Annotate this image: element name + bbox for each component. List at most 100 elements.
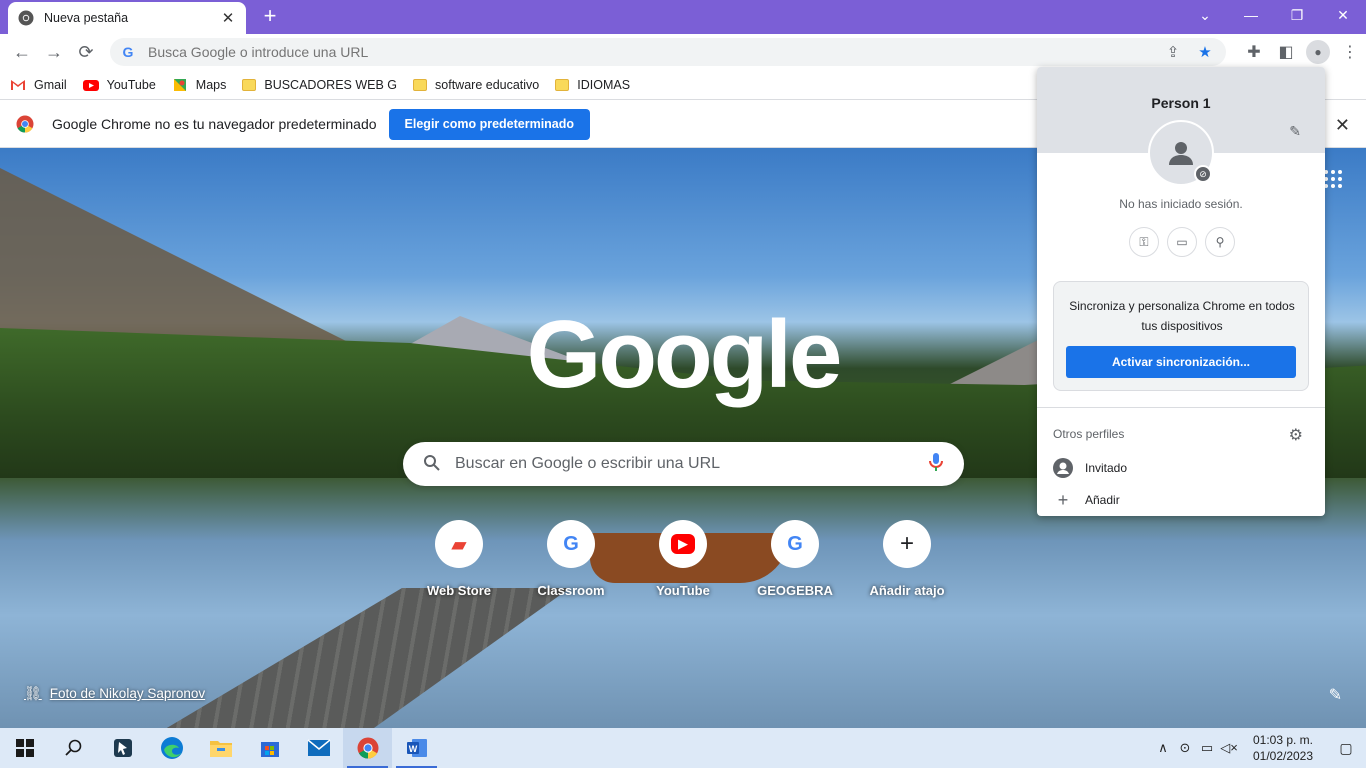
share-icon[interactable]: ⇪ (1162, 42, 1184, 62)
menu-icon[interactable]: ⋮ (1334, 36, 1366, 68)
store-icon (260, 742, 279, 757)
divider (1037, 407, 1325, 408)
bookmark-gmail[interactable]: Gmail (10, 77, 67, 93)
taskbar-app-cursor[interactable] (98, 728, 147, 768)
extensions-icon[interactable]: ✚ (1238, 36, 1270, 68)
folder-icon (209, 741, 232, 757)
close-window-button[interactable]: ✕ (1320, 0, 1366, 30)
guest-avatar-icon (1053, 458, 1073, 478)
profile-name: Person 1 (1151, 95, 1211, 111)
taskbar-chrome[interactable] (343, 728, 392, 768)
photo-credit-link[interactable]: ⛓ Foto de Nikolay Sapronov (24, 685, 205, 702)
window-controls: ⌄ — ❐ ✕ (1182, 0, 1366, 30)
turn-on-sync-button[interactable]: Activar sincronización... (1066, 346, 1296, 378)
tab-close-icon[interactable]: ✕ (220, 9, 236, 27)
gmail-icon (11, 79, 25, 90)
shortcut-web-store[interactable]: ▰ Web Store (403, 520, 515, 598)
maps-icon (173, 78, 186, 91)
ntp-search-box[interactable]: Buscar en Google o escribir una URL (403, 442, 964, 486)
shortcut-add[interactable]: + Añadir atajo (851, 520, 963, 598)
shortcut-label: GEOGEBRA (757, 583, 833, 598)
start-button[interactable] (0, 728, 49, 768)
bookmark-label: Gmail (34, 77, 67, 92)
customize-pencil-icon[interactable]: ✎ (1329, 685, 1342, 705)
browser-toolbar: ← → ⟳ G ⇪ ★ ✚ ◧ ● ⋮ (0, 34, 1366, 70)
folder-icon (242, 78, 257, 91)
tab-new-tab[interactable]: Nueva pestaña ✕ (8, 2, 246, 34)
passwords-key-icon[interactable]: ⚿ (1129, 227, 1159, 257)
svg-text:W: W (408, 744, 417, 754)
addresses-pin-icon[interactable]: ⚲ (1205, 227, 1235, 257)
svg-text:G: G (123, 44, 134, 60)
volume-muted-icon[interactable]: ◁× (1218, 728, 1240, 768)
omnibox[interactable]: G ⇪ ★ (110, 38, 1226, 66)
guest-profile-item[interactable]: Invitado (1053, 456, 1127, 480)
add-profile-item[interactable]: + Añadir (1053, 488, 1120, 512)
taskbar-file-explorer[interactable] (196, 728, 245, 768)
bookmark-folder-software[interactable]: software educativo (413, 78, 539, 92)
shortcut-youtube[interactable]: ▶ YouTube (627, 520, 739, 598)
app-icon (113, 739, 132, 757)
taskbar-store[interactable] (245, 728, 294, 768)
manage-profiles-gear-icon[interactable]: ⚙ (1289, 425, 1303, 445)
ntp-search-placeholder: Buscar en Google o escribir una URL (455, 455, 721, 472)
youtube-icon (82, 79, 99, 91)
bookmark-label: software educativo (435, 77, 540, 92)
notifications-icon[interactable]: ▢ (1326, 728, 1366, 768)
apps-grid-icon[interactable] (1324, 170, 1342, 188)
omnibox-actions: ⇪ ★ (1162, 42, 1216, 62)
bookmark-label: IDIOMAS (577, 77, 631, 92)
bookmark-maps[interactable]: Maps (172, 77, 226, 93)
edit-pencil-icon[interactable]: ✎ (1289, 123, 1301, 140)
quick-actions: ⚿ ▭ ⚲ (1129, 227, 1235, 257)
taskbar-edge[interactable] (147, 728, 196, 768)
photo-credit-text: Foto de Nikolay Sapronov (49, 686, 206, 701)
profile-button[interactable]: ● (1302, 36, 1334, 68)
restore-button[interactable]: ❐ (1274, 0, 1320, 30)
payment-card-icon[interactable]: ▭ (1167, 227, 1197, 257)
clock[interactable]: 01:03 p. m. 01/02/2023 (1248, 732, 1318, 764)
clock-date: 01/02/2023 (1252, 749, 1314, 763)
sign-in-status: No has iniciado sesión. (1119, 197, 1243, 211)
windows-taskbar: W ∧ ⊙ ▭ ◁× 01:03 p. m. 01/02/2023 ▢ (0, 728, 1366, 768)
side-panel-icon[interactable]: ◧ (1270, 36, 1302, 68)
new-tab-button[interactable]: + (258, 4, 282, 28)
google-icon: G (547, 520, 595, 568)
mail-icon (307, 739, 330, 756)
word-icon: W (406, 739, 427, 757)
camera-icon[interactable]: ⊙ (1174, 728, 1196, 768)
shortcuts: ▰ Web Store G Classroom ▶ YouTube G GEOG… (403, 520, 963, 598)
bookmark-folder-buscadores[interactable]: BUSCADORES WEB G (242, 78, 397, 92)
microphone-icon[interactable] (924, 452, 948, 477)
chevron-up-icon[interactable]: ∧ (1152, 728, 1174, 768)
search-button[interactable] (49, 728, 98, 768)
omnibox-input[interactable] (148, 44, 1048, 60)
person-icon (1169, 142, 1193, 165)
shortcut-label: Web Store (426, 583, 492, 598)
folder-icon (413, 78, 428, 91)
forward-button[interactable]: → (38, 36, 70, 68)
network-icon[interactable]: ▭ (1196, 728, 1218, 768)
taskbar-word[interactable]: W (392, 728, 441, 768)
chrome-icon (16, 115, 34, 133)
bookmark-label: YouTube (106, 77, 156, 92)
tab-title: Nueva pestaña (44, 11, 129, 25)
bookmark-youtube[interactable]: YouTube (82, 77, 156, 93)
chrome-icon (357, 737, 378, 759)
bookmark-star-icon[interactable]: ★ (1194, 42, 1216, 62)
sync-description: Sincroniza y personaliza Chrome en todos… (1069, 299, 1295, 333)
infobar-close-icon[interactable]: ✕ (1335, 115, 1350, 136)
set-default-button[interactable]: Elegir como predeterminado (388, 108, 591, 140)
chrome-icon (18, 10, 34, 26)
shortcut-geogebra[interactable]: G GEOGEBRA (739, 520, 851, 598)
other-profiles-heading: Otros perfiles (1053, 427, 1125, 441)
shortcut-classroom[interactable]: G Classroom (515, 520, 627, 598)
back-button[interactable]: ← (6, 36, 38, 68)
taskbar-mail[interactable] (294, 728, 343, 768)
tab-search-icon[interactable]: ⌄ (1182, 0, 1228, 30)
reload-button[interactable]: ⟳ (70, 36, 102, 68)
add-label: Añadir (1085, 493, 1120, 507)
minimize-button[interactable]: — (1228, 0, 1274, 30)
link-icon: ⛓ (24, 685, 42, 701)
bookmark-folder-idiomas[interactable]: IDIOMAS (555, 78, 630, 92)
